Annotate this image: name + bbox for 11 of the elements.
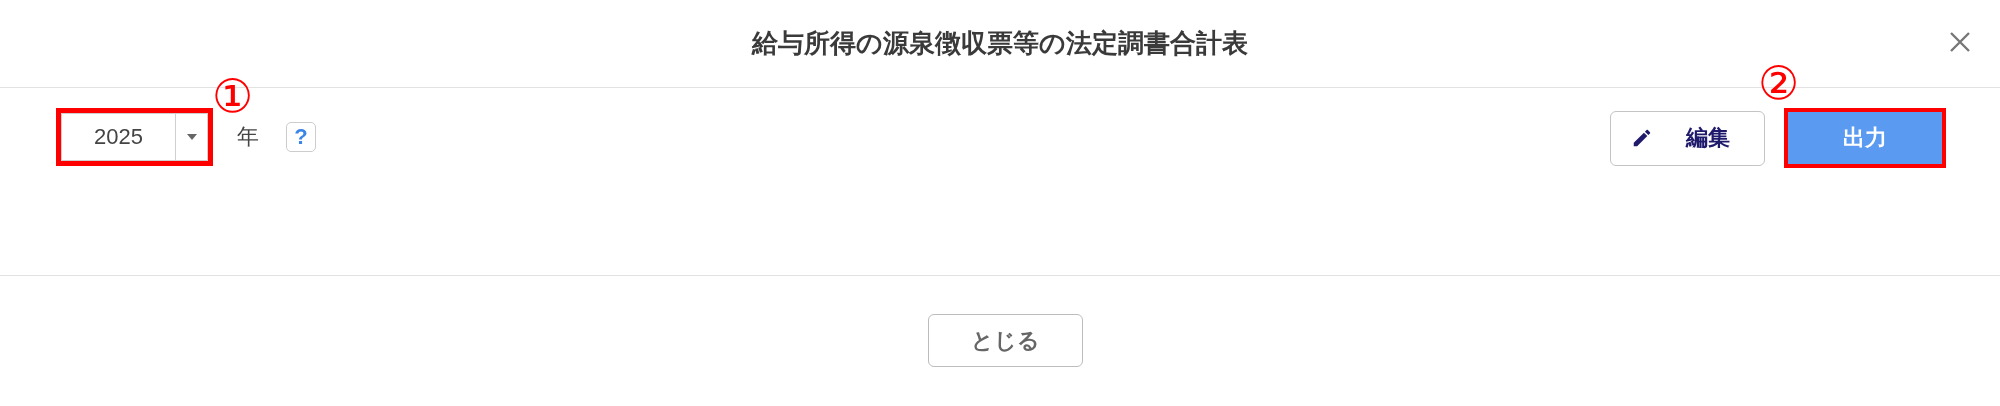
callout-number: ② [1758,60,1800,106]
edit-button[interactable]: 編集 [1610,110,1765,166]
caret-icon [186,134,197,140]
help-button[interactable]: ? [286,122,316,152]
dialog-title: 給与所得の源泉徴収票等の法定調書合計表 [752,27,1248,60]
close-button[interactable]: とじる [927,314,1083,367]
close-icon[interactable] [1948,30,1972,54]
year-unit-label: 年 [237,123,259,151]
pencil-icon [1631,127,1653,149]
callout-number: ① [212,73,254,119]
year-select[interactable]: 2025 [61,113,208,161]
